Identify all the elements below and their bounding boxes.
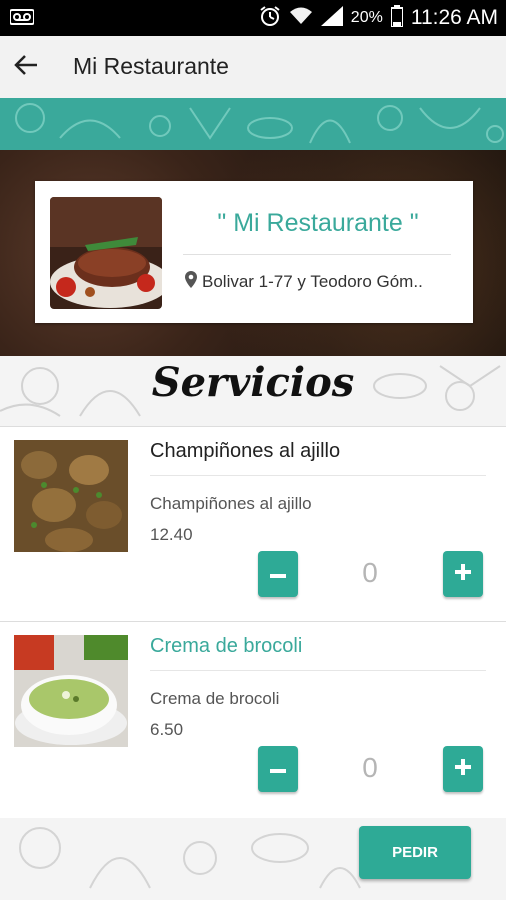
item-description: Champiñones al ajillo bbox=[150, 494, 312, 513]
item-photo bbox=[14, 635, 128, 747]
signal-icon bbox=[320, 5, 343, 31]
wifi-icon bbox=[289, 6, 313, 31]
restaurant-address: Bolivar 1-77 y Teodoro Góm.. bbox=[185, 271, 457, 293]
status-bar: 20% 11:26 AM bbox=[0, 0, 506, 36]
battery-percent: 20% bbox=[350, 9, 383, 26]
arrow-left-icon bbox=[13, 54, 39, 81]
item-divider bbox=[150, 475, 486, 476]
minus-icon bbox=[270, 565, 286, 583]
item-price: 6.50 bbox=[150, 720, 184, 739]
minus-icon bbox=[270, 760, 286, 778]
back-button[interactable] bbox=[6, 47, 46, 87]
restaurant-card: " Mi Restaurante " Bolivar 1-77 y Teodor… bbox=[35, 181, 473, 323]
item-name[interactable]: Crema de brocoli bbox=[150, 635, 302, 658]
voicemail-icon bbox=[9, 8, 35, 31]
item-divider bbox=[150, 670, 486, 671]
menu-item: Crema de brocoli Crema de brocoli 6.50 0 bbox=[0, 622, 506, 816]
alarm-icon bbox=[259, 5, 281, 32]
quantity-value: 0 bbox=[362, 752, 378, 783]
item-photo bbox=[14, 440, 128, 552]
decrease-quantity-button[interactable] bbox=[258, 746, 298, 792]
restaurant-name: " Mi Restaurante " bbox=[217, 209, 419, 237]
section-header: Servicios bbox=[0, 356, 506, 426]
decrease-quantity-button[interactable] bbox=[258, 551, 298, 597]
page-title: Mi Restaurante bbox=[73, 53, 229, 79]
increase-quantity-button[interactable] bbox=[443, 551, 483, 597]
restaurant-photo bbox=[50, 197, 162, 309]
item-price: 12.40 bbox=[150, 525, 193, 544]
map-pin-icon bbox=[185, 271, 197, 293]
menu-item: Champiñones al ajillo Champiñones al aji… bbox=[0, 427, 506, 621]
item-name[interactable]: Champiñones al ajillo bbox=[150, 440, 340, 463]
card-divider bbox=[183, 254, 451, 255]
battery-icon bbox=[389, 4, 404, 32]
clock: 11:26 AM bbox=[410, 6, 498, 29]
increase-quantity-button[interactable] bbox=[443, 746, 483, 792]
plus-icon bbox=[455, 563, 471, 585]
plus-icon bbox=[455, 758, 471, 780]
quantity-value: 0 bbox=[362, 557, 378, 588]
section-title: Servicios bbox=[151, 359, 355, 406]
app-bar: Mi Restaurante bbox=[0, 36, 506, 98]
address-text: Bolivar 1-77 y Teodoro Góm.. bbox=[202, 272, 423, 291]
item-description: Crema de brocoli bbox=[150, 689, 280, 708]
order-button[interactable]: PEDIR bbox=[359, 826, 471, 879]
header-pattern bbox=[0, 98, 506, 150]
